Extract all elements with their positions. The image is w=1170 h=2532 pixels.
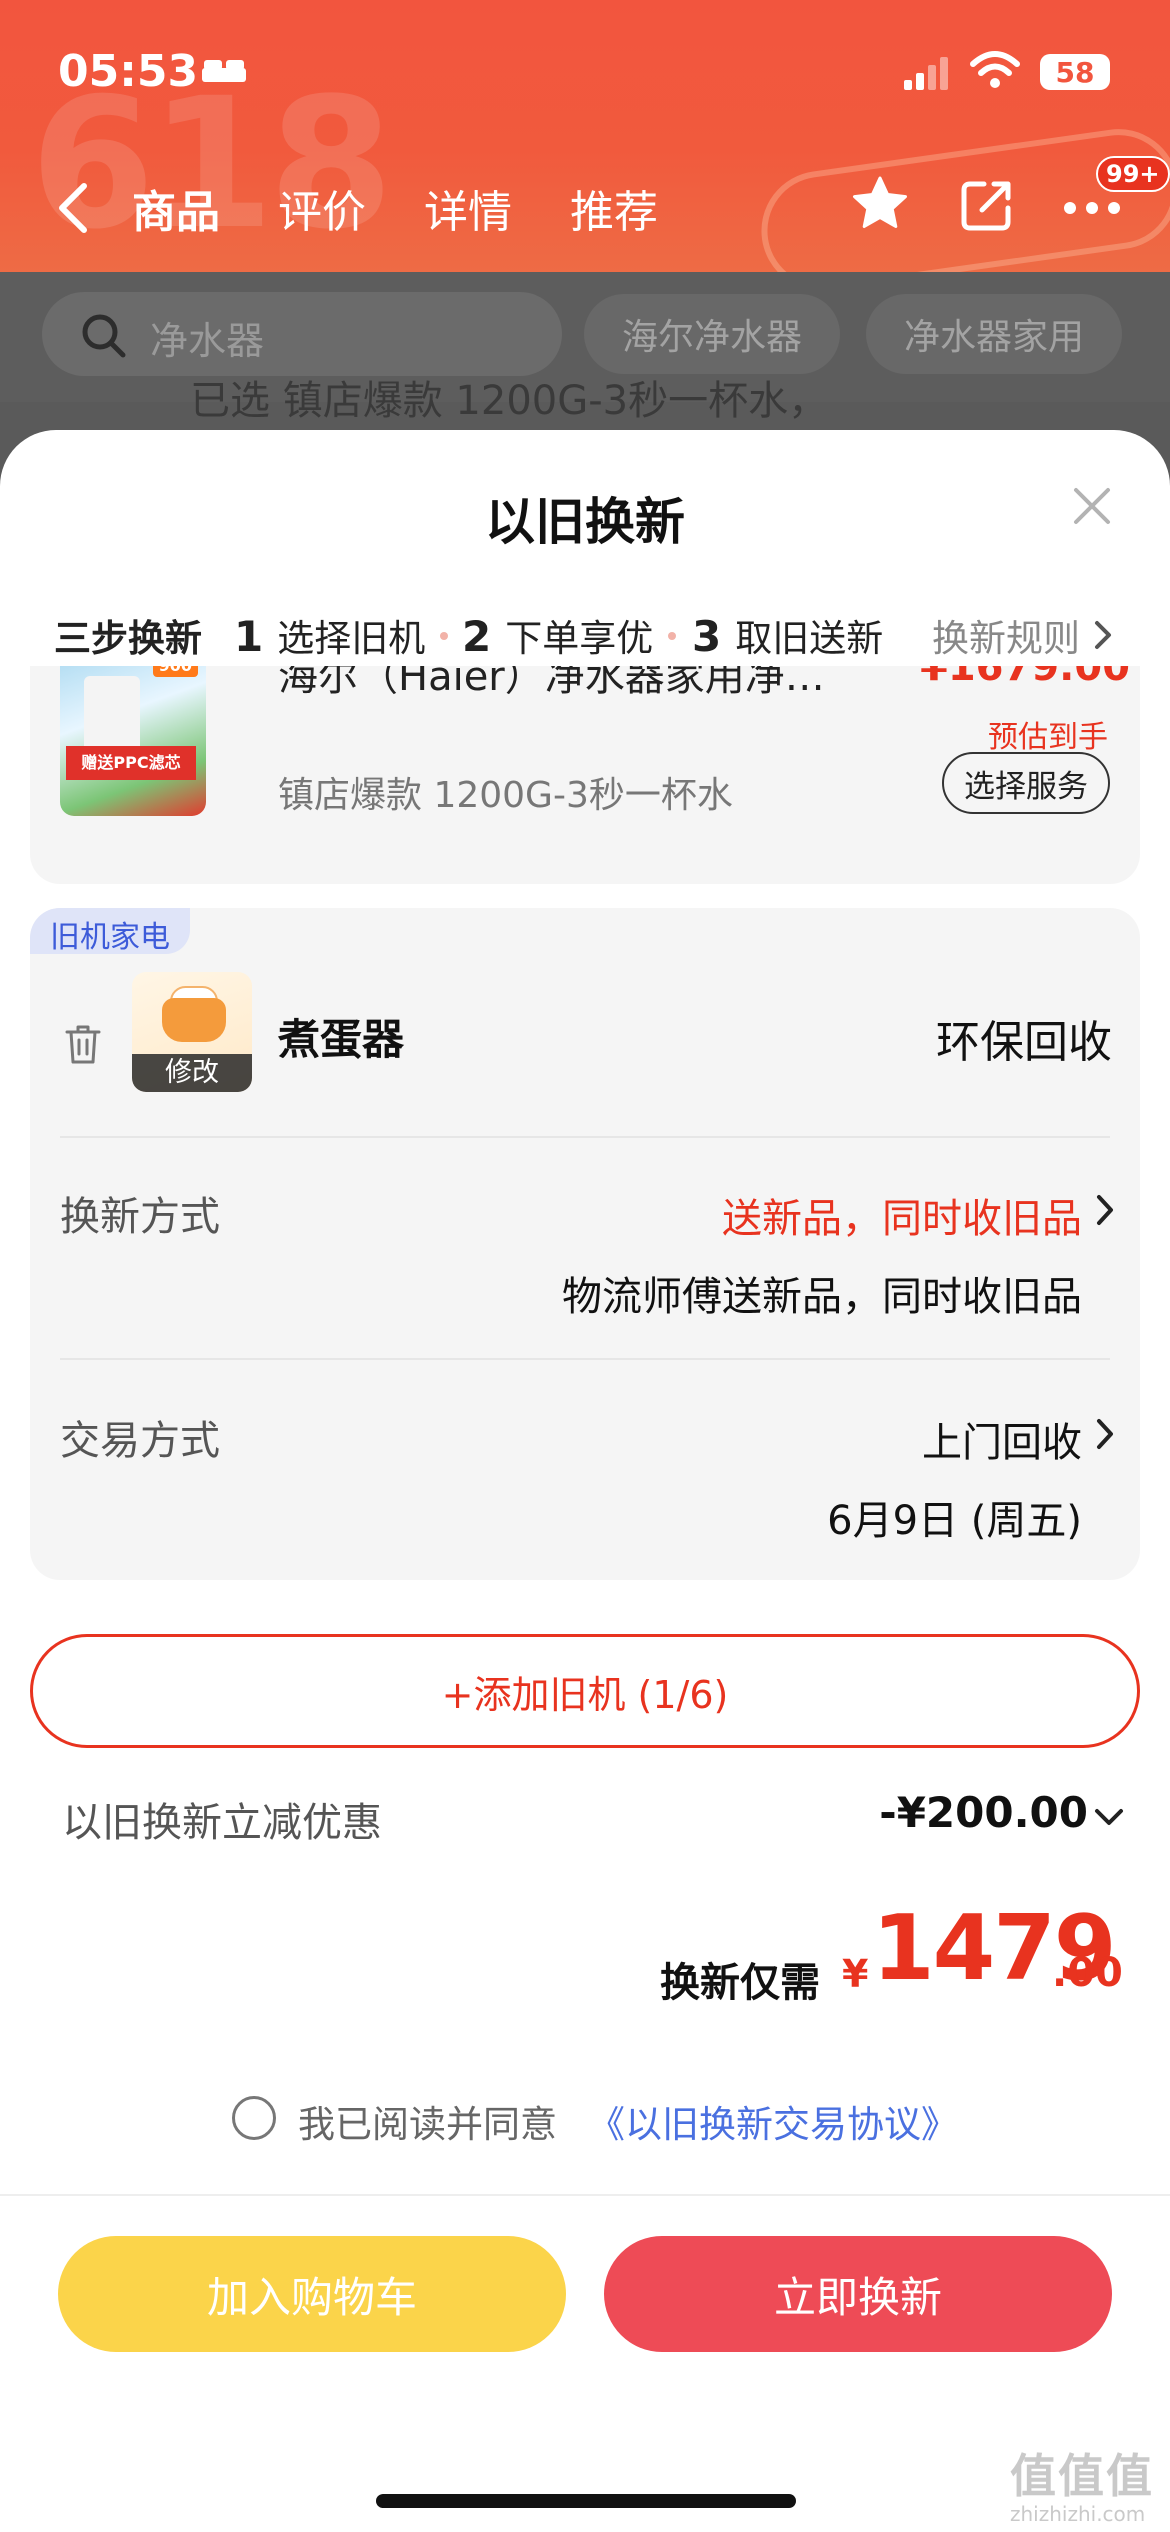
tab-reviews[interactable]: 评价: [278, 176, 366, 240]
trade-in-rules-link[interactable]: 换新规则: [932, 608, 1080, 662]
close-icon[interactable]: [1072, 486, 1112, 526]
chevron-right-icon[interactable]: [1094, 620, 1112, 650]
image-price-badge: 900: [152, 666, 198, 677]
pickup-date: 6月9日 (周五): [827, 1498, 1082, 1544]
search-placeholder: 净水器: [150, 319, 265, 363]
tab-details[interactable]: 详情: [424, 176, 512, 240]
battery-indicator: 58: [1040, 54, 1110, 90]
exchange-method-label: 换新方式: [60, 1194, 220, 1240]
new-product-card: 900 赠送PPC滤芯 海尔（Haier）净水器家用净… ¥1679.00 预估…: [30, 666, 1140, 884]
selected-spec-behind: 已选 镇店爆款 1200G-3秒一杯水，: [190, 378, 829, 424]
message-badge: 99+: [1096, 156, 1170, 192]
old-device-name: 煮蛋器: [278, 1015, 405, 1064]
divider: [60, 1358, 1110, 1360]
sleep-mode-icon: [202, 60, 246, 82]
product-name: 海尔（Haier）净水器家用净…: [278, 666, 825, 700]
product-spec: 镇店爆款 1200G-3秒一杯水: [278, 775, 733, 816]
discount-label: 以旧换新立减优惠: [62, 1800, 382, 1846]
divider: [60, 1136, 1110, 1138]
step-1: 1 选择旧机: [234, 608, 425, 662]
step-number: 3: [692, 612, 722, 661]
step-label: 取旧送新: [735, 617, 884, 660]
status-bar: 05:53 58: [0, 0, 1170, 150]
egg-cooker-thumbnail[interactable]: 修改: [132, 972, 252, 1092]
edit-old-device-button[interactable]: 修改: [132, 1054, 252, 1092]
step-label: 下单享优: [505, 617, 654, 660]
trade-method-label: 交易方式: [60, 1418, 220, 1464]
old-device-tag: 旧机家电: [30, 908, 190, 955]
step-separator: [668, 632, 676, 640]
home-indicator[interactable]: [376, 2494, 796, 2508]
back-arrow-icon[interactable]: [58, 182, 88, 234]
tab-recommend[interactable]: 推荐: [570, 176, 658, 240]
image-promo-tag: 赠送PPC滤芯: [66, 746, 196, 780]
step-number: 1: [234, 612, 264, 661]
agreement-text: 我已阅读并同意: [298, 2103, 557, 2146]
agreement-link[interactable]: 《以旧换新交易协议》: [588, 2094, 958, 2148]
share-icon[interactable]: [960, 178, 1014, 232]
total-label: 换新仅需: [660, 1960, 820, 2006]
status-time: 05:53: [58, 46, 199, 97]
trade-in-steps: 三步换新 1 选择旧机 2 下单享优 3 取旧送新 换新规则: [0, 598, 1170, 670]
trade-in-sheet: 以旧换新 三步换新 1 选择旧机 2 下单享优 3 取旧送新 换新规则 900 赠送P…: [0, 430, 1170, 2532]
trade-in-now-button[interactable]: 立即换新: [604, 2236, 1112, 2352]
step-number: 2: [462, 612, 492, 661]
watermark-url: zhizhizhi.com: [1010, 2502, 1146, 2526]
search-input[interactable]: 净水器: [42, 292, 562, 376]
chevron-down-icon[interactable]: [1094, 1808, 1124, 1826]
discount-value[interactable]: -¥200.00: [879, 1788, 1088, 1837]
step-3: 3 取旧送新: [692, 608, 883, 662]
disposal-method: 环保回收: [936, 1017, 1112, 1068]
steps-lead: 三步换新: [54, 617, 202, 660]
watermark-logo: 值值值: [1010, 2449, 1154, 2503]
exchange-method-note: 物流师傅送新品，同时收旧品: [562, 1274, 1082, 1320]
price-note: 预估到手: [988, 720, 1108, 755]
water-purifier-image: 900 赠送PPC滤芯: [60, 666, 206, 816]
search-chip-home[interactable]: 净水器家用: [866, 294, 1122, 374]
old-device-card: 旧机家电 修改 煮蛋器 环保回收 换新方式 送新品，同时收旧品 物流师傅送新品，…: [30, 908, 1140, 1580]
search-chip-haier[interactable]: 海尔净水器: [584, 294, 840, 374]
add-to-cart-button[interactable]: 加入购物车: [58, 2236, 566, 2352]
select-service-button[interactable]: 选择服务: [942, 752, 1110, 814]
divider: [0, 2194, 1170, 2196]
total-price-decimal: .00: [1052, 1950, 1123, 1996]
add-old-device-button[interactable]: +添加旧机 (1/6): [30, 1634, 1140, 1748]
chevron-right-icon[interactable]: [1096, 1194, 1114, 1226]
wifi-icon: [970, 51, 1020, 88]
cellular-signal-icon: [904, 57, 948, 90]
sheet-title: 以旧换新: [485, 493, 685, 551]
exchange-method-value[interactable]: 送新品，同时收旧品: [722, 1186, 1082, 1244]
agreement-checkbox[interactable]: [232, 2096, 276, 2140]
step-2: 2 下单享优: [462, 608, 653, 662]
search-icon: [82, 314, 126, 358]
total-currency: ¥: [842, 1952, 869, 1996]
step-separator: [440, 632, 448, 640]
step-label: 选择旧机: [277, 617, 426, 660]
app-header: 618 05:53 58 商品 评价 详情 推荐 99+: [0, 0, 1170, 272]
favorite-star-icon[interactable]: [850, 174, 910, 234]
product-price: ¥1679.00: [920, 666, 1131, 690]
chevron-right-icon[interactable]: [1096, 1418, 1114, 1450]
trade-method-value[interactable]: 上门回收: [922, 1410, 1082, 1468]
product-nav-bar: 商品 评价 详情 推荐 99+: [0, 156, 1170, 250]
trash-icon[interactable]: [64, 1022, 102, 1066]
tab-product[interactable]: 商品: [132, 176, 220, 240]
more-options-icon[interactable]: [1062, 200, 1122, 216]
site-watermark: 值值值 zhizhizhi.com: [1010, 2440, 1160, 2526]
